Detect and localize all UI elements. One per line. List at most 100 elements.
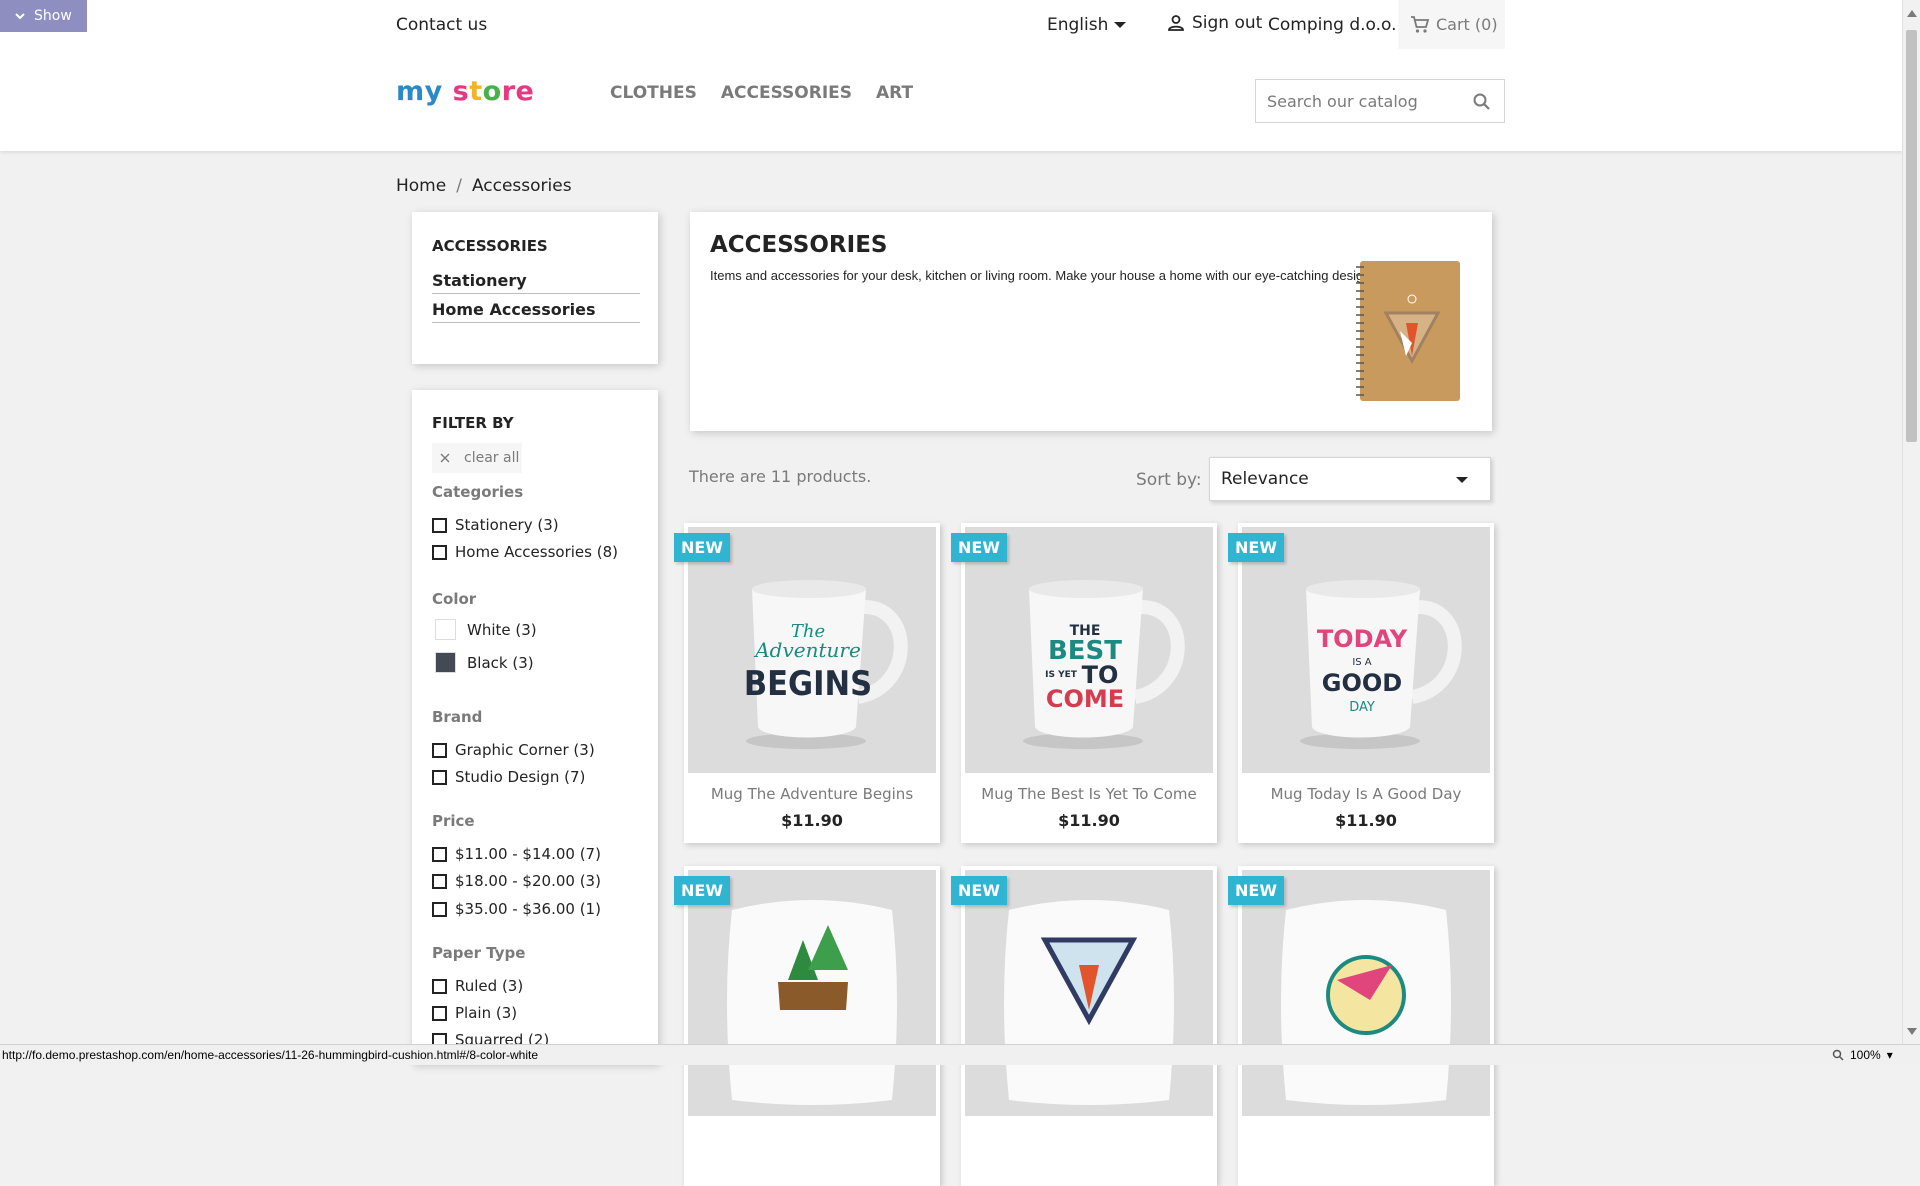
category-link-stationery[interactable]: Stationery (432, 271, 640, 294)
product-card[interactable]: NEW THE BEST IS YET TO COME Mug The Best… (951, 523, 1217, 843)
mug-text: DAY (1349, 700, 1375, 715)
product-card[interactable]: NEW The Adventure BEGINS Mug The Adventu… (674, 523, 940, 843)
product-thumbnail[interactable]: The Adventure BEGINS (688, 527, 936, 773)
breadcrumb-current[interactable]: Accessories (472, 176, 572, 196)
facet-option[interactable]: $18.00 - $20.00 (3) (432, 872, 601, 890)
product-price: $11.90 (1058, 811, 1120, 830)
product-name[interactable]: Mug The Adventure Begins (684, 785, 940, 803)
facet-option[interactable]: Stationery (3) (432, 516, 559, 534)
search-input[interactable]: Search our catalog (1255, 79, 1505, 123)
facet-title-paper-type: Paper Type (432, 944, 526, 962)
product-card[interactable]: NEW (1228, 866, 1494, 1186)
checkbox[interactable] (432, 742, 447, 758)
category-tree-title[interactable]: ACCESSORIES (432, 237, 548, 255)
sign-out-label: Sign out (1192, 13, 1263, 33)
sort-value: Relevance (1221, 469, 1309, 489)
color-swatch-black[interactable] (436, 653, 455, 672)
new-badge: NEW (674, 876, 730, 905)
scrollbar-thumb[interactable] (1906, 30, 1917, 442)
facet-option[interactable]: Plain (3) (432, 1004, 517, 1022)
menu-item-clothes[interactable]: CLOTHES (610, 83, 697, 103)
facet-option-label: $18.00 - $20.00 (3) (455, 872, 601, 890)
mug-text: IS A (1352, 657, 1371, 668)
sign-out-link[interactable]: Sign out (1166, 13, 1262, 33)
product-thumbnail[interactable]: TODAY IS A GOOD DAY (1242, 527, 1490, 773)
checkbox[interactable] (432, 978, 447, 994)
facet-option[interactable]: White (3) (432, 620, 537, 639)
product-card[interactable]: NEW (674, 866, 940, 1186)
product-thumbnail[interactable] (965, 870, 1213, 1116)
facet-option-label: Graphic Corner (3) (455, 741, 595, 759)
product-thumbnail[interactable] (1242, 870, 1490, 1116)
facet-option[interactable]: Black (3) (432, 653, 534, 672)
breadcrumb: Home / Accessories (396, 176, 572, 196)
facet-option-label: $11.00 - $14.00 (7) (455, 845, 601, 863)
facet-option[interactable]: $35.00 - $36.00 (1) (432, 900, 601, 918)
cart-icon (1411, 15, 1430, 33)
mug-image: THE BEST IS YET TO COME (965, 527, 1213, 773)
cart-button[interactable]: Cart (0) (1398, 0, 1505, 49)
facet-option-label: Plain (3) (455, 1004, 518, 1022)
breadcrumb-home[interactable]: Home (396, 176, 446, 196)
facet-option[interactable]: Studio Design (7) (432, 768, 585, 786)
search-icon[interactable] (1472, 92, 1492, 112)
mug-image: The Adventure BEGINS (688, 527, 936, 773)
store-logo[interactable]: my store (396, 76, 534, 107)
caret-down-icon[interactable]: ▾ (1887, 1048, 1893, 1062)
show-toolbar-button[interactable]: Show (0, 0, 87, 32)
facet-option-label: Studio Design (7) (455, 768, 586, 786)
product-thumbnail[interactable] (688, 870, 936, 1116)
checkbox[interactable] (432, 517, 447, 533)
product-card[interactable]: NEW (951, 866, 1217, 1186)
clear-all-label: clear all (464, 450, 520, 466)
zoom-control[interactable]: 100% ▾ (1832, 1048, 1893, 1062)
checkbox[interactable] (432, 873, 447, 889)
page-scrollbar[interactable] (1902, 0, 1920, 1044)
checkbox[interactable] (432, 901, 447, 917)
search-placeholder: Search our catalog (1267, 91, 1418, 111)
facet-option-label: Home Accessories (8) (455, 543, 618, 561)
checkbox[interactable] (432, 846, 447, 862)
menu-item-art[interactable]: ART (876, 83, 913, 103)
mug-image: TODAY IS A GOOD DAY (1242, 527, 1490, 773)
facet-option-label: White (3) (467, 620, 537, 639)
category-link-home-accessories[interactable]: Home Accessories (432, 300, 640, 323)
top-nav: Show Contact us English Sign out Comping… (0, 0, 1902, 50)
product-name[interactable]: Mug The Best Is Yet To Come (961, 785, 1217, 803)
color-swatch-white[interactable] (436, 620, 455, 639)
category-image (1356, 261, 1460, 401)
scroll-up-arrow-icon[interactable] (1907, 10, 1917, 17)
logo-text: o (482, 76, 502, 107)
facet-option[interactable]: Ruled (3) (432, 977, 523, 995)
facet-option[interactable]: Graphic Corner (3) (432, 741, 595, 759)
checkbox[interactable] (432, 1005, 447, 1021)
checkbox[interactable] (432, 769, 447, 785)
sort-select[interactable]: Relevance (1209, 457, 1491, 501)
account-name-link[interactable]: Comping d.o.o. (1268, 15, 1397, 35)
mug-text: Adventure (753, 638, 861, 662)
facet-option[interactable]: $11.00 - $14.00 (7) (432, 845, 601, 863)
caret-down-icon (1456, 477, 1468, 483)
logo-text (443, 76, 453, 107)
logo-text: my (396, 76, 443, 107)
menu-item-accessories[interactable]: ACCESSORIES (721, 83, 852, 103)
mug-text: IS YET (1045, 670, 1078, 680)
site-header: my store CLOTHES ACCESSORIES ART Search … (0, 49, 1902, 151)
product-thumbnail[interactable]: THE BEST IS YET TO COME (965, 527, 1213, 773)
mug-text: COME (1046, 685, 1124, 713)
category-title: ACCESSORIES (710, 232, 888, 258)
checkbox[interactable] (432, 544, 447, 560)
status-url: http://fo.demo.prestashop.com/en/home-ac… (2, 1048, 539, 1062)
product-card[interactable]: NEW TODAY IS A GOOD DAY Mug Today Is A G… (1228, 523, 1494, 843)
scroll-down-arrow-icon[interactable] (1907, 1028, 1917, 1035)
new-badge: NEW (1228, 533, 1284, 562)
facet-title-categories: Categories (432, 483, 524, 501)
cart-label: Cart (0) (1436, 15, 1498, 34)
contact-link[interactable]: Contact us (396, 15, 487, 35)
language-selector[interactable]: English (1047, 15, 1127, 35)
product-name[interactable]: Mug Today Is A Good Day (1238, 785, 1494, 803)
breadcrumb-separator: / (456, 176, 462, 196)
facet-option[interactable]: Home Accessories (8) (432, 543, 618, 561)
facet-option-label: Black (3) (467, 653, 534, 672)
clear-all-button[interactable]: clear all (432, 443, 522, 473)
